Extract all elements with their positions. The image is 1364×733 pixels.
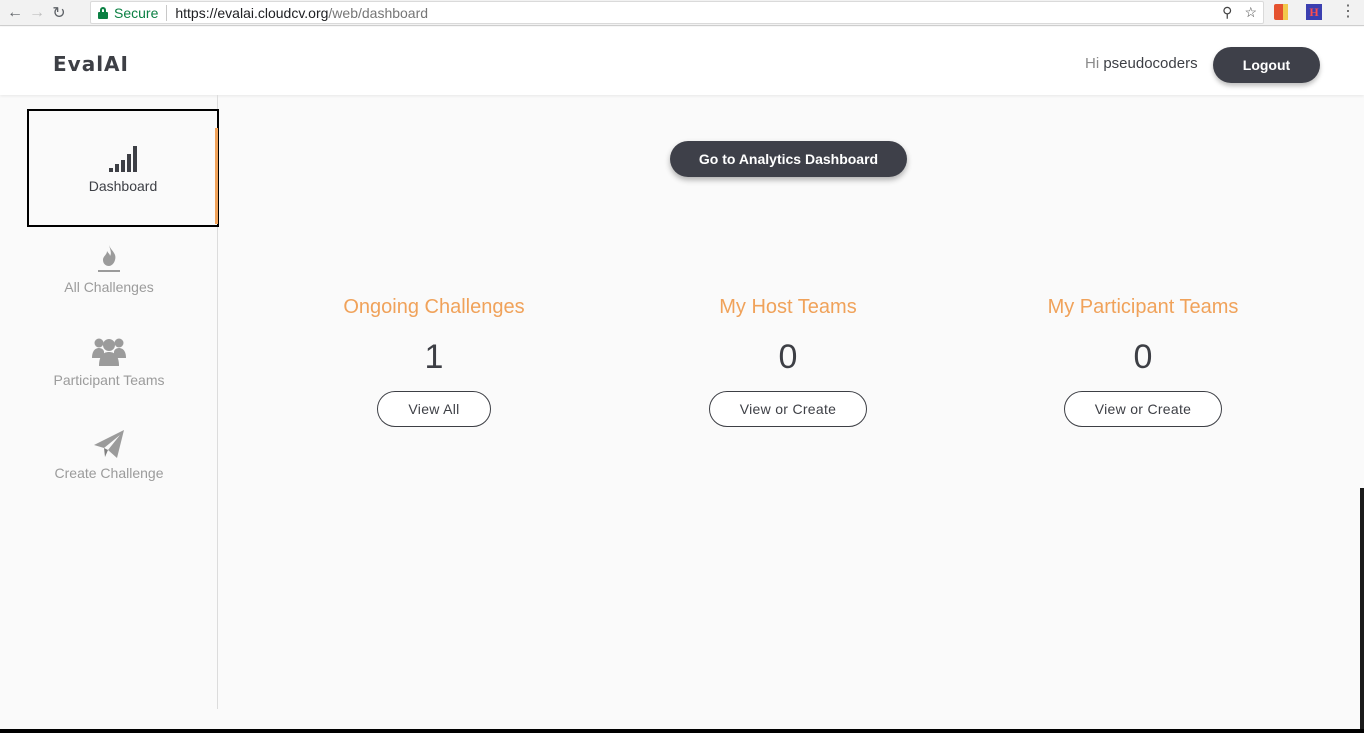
logout-button[interactable]: Logout xyxy=(1213,47,1320,83)
divider xyxy=(166,4,168,21)
url-host: https://evalai.cloudcv.org xyxy=(175,4,329,21)
analytics-dashboard-button[interactable]: Go to Analytics Dashboard xyxy=(670,141,907,177)
sidebar-item-label: All Challenges xyxy=(64,279,154,295)
greeting-prefix: Hi xyxy=(1085,55,1100,72)
stat-title: Ongoing Challenges xyxy=(343,296,525,318)
sidebar-item-label: Dashboard xyxy=(88,178,158,194)
user-greeting: Hi pseudocoders xyxy=(1085,55,1198,72)
sidebar-item-participant-teams[interactable]: Participant Teams xyxy=(0,336,218,388)
sidebar-item-label: Create Challenge xyxy=(54,465,164,481)
stat-value: 0 xyxy=(778,338,798,376)
kebab-menu-icon[interactable]: ⋮ xyxy=(1340,3,1356,21)
view-or-create-participant-button[interactable]: View or Create xyxy=(1063,391,1223,427)
url-path: /web/dashboard xyxy=(328,4,429,21)
address-bar[interactable]: Secure https://evalai.cloudcv.org/web/da… xyxy=(90,1,1264,24)
flame-icon xyxy=(96,243,122,273)
star-icon[interactable]: ☆ xyxy=(1244,4,1257,21)
users-icon xyxy=(92,336,126,366)
sidebar-item-create-challenge[interactable]: Create Challenge xyxy=(0,429,218,481)
sidebar: Dashboard All Challenges Participant Tea… xyxy=(0,95,219,709)
back-arrow-icon[interactable]: ← xyxy=(4,2,26,24)
bar-signal-icon xyxy=(109,142,137,172)
stat-host-teams: My Host Teams 0 View or Create xyxy=(638,296,938,427)
lock-icon xyxy=(98,6,108,19)
app-header: EvalAI Hi pseudocoders Logout xyxy=(0,27,1364,95)
secure-label: Secure xyxy=(114,4,159,21)
bookmark-extension-icon[interactable] xyxy=(1274,4,1288,20)
stat-title: My Participant Teams xyxy=(1047,296,1239,318)
username: pseudocoders xyxy=(1103,55,1198,72)
stat-value: 0 xyxy=(1133,338,1153,376)
stat-title: My Host Teams xyxy=(719,296,857,318)
sidebar-item-dashboard[interactable]: Dashboard xyxy=(27,109,219,227)
forward-arrow-icon[interactable]: → xyxy=(26,2,48,24)
key-icon[interactable]: ⚲ xyxy=(1222,4,1232,21)
h-extension-icon[interactable]: H xyxy=(1306,4,1322,20)
window-bottom-edge xyxy=(0,729,1364,733)
stat-participant-teams: My Participant Teams 0 View or Create xyxy=(993,296,1293,427)
evalai-logo[interactable]: EvalAI xyxy=(53,52,129,76)
view-all-button[interactable]: View All xyxy=(377,391,491,427)
reload-icon[interactable]: ↻ xyxy=(48,2,70,24)
sidebar-item-all-challenges[interactable]: All Challenges xyxy=(0,243,218,295)
view-or-create-host-button[interactable]: View or Create xyxy=(708,391,868,427)
active-indicator xyxy=(215,128,218,224)
browser-toolbar: ← → ↻ Secure https://evalai.cloudcv.org /… xyxy=(0,0,1364,26)
stat-ongoing-challenges: Ongoing Challenges 1 View All xyxy=(284,296,584,427)
window-edge xyxy=(1360,488,1364,733)
paper-plane-icon xyxy=(93,429,125,459)
sidebar-item-label: Participant Teams xyxy=(53,372,165,388)
stat-value: 1 xyxy=(424,338,444,376)
